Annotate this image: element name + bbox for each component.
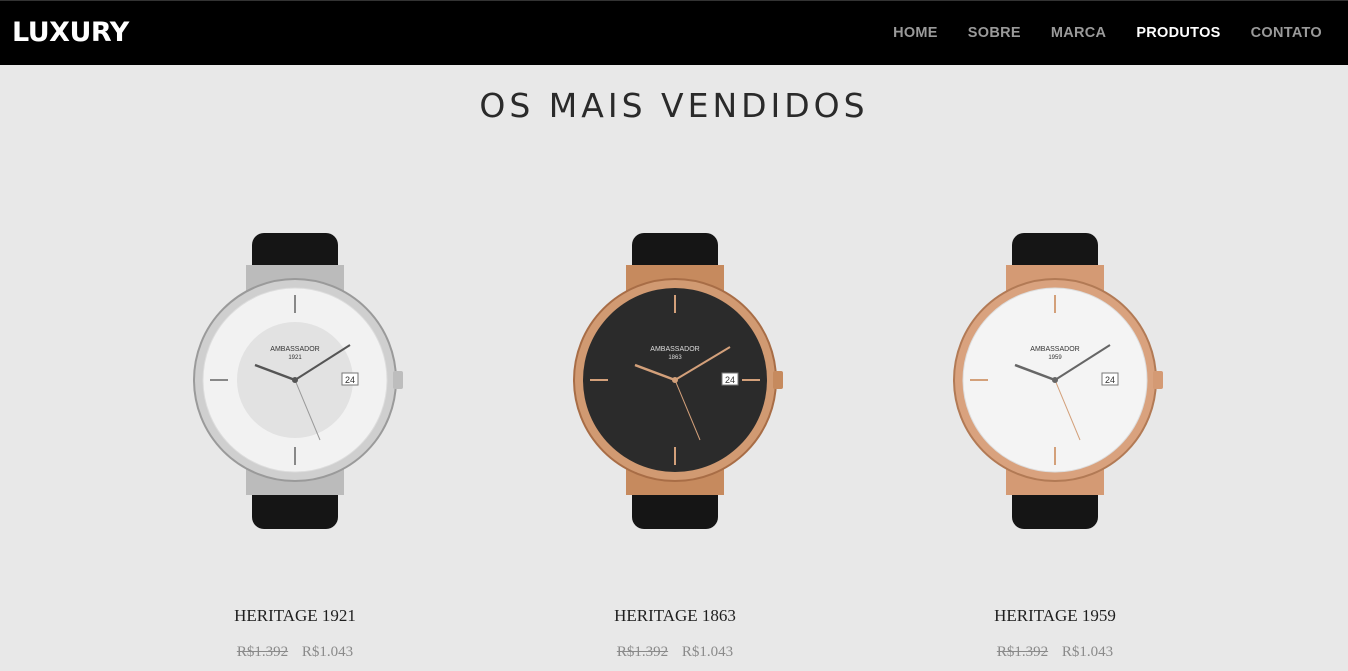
product-name[interactable]: HERITAGE 1959 — [905, 606, 1205, 626]
section-title: OS MAIS VENDIDOS — [479, 86, 869, 125]
old-price: R$1.392 — [616, 644, 669, 660]
dial-year: 1959 — [1048, 355, 1062, 361]
nav-marca[interactable]: MARCA — [1051, 25, 1106, 41]
product-name[interactable]: HERITAGE 1921 — [145, 606, 445, 626]
old-price: R$1.392 — [236, 644, 289, 660]
watch-image[interactable]: 24 AMBASSADOR 1863 — [560, 225, 790, 535]
product-name[interactable]: HERITAGE 1863 — [525, 606, 825, 626]
watch-image[interactable]: 24 AMBASSADOR 1959 — [940, 225, 1170, 535]
date-window: 24 — [345, 375, 355, 385]
date-window: 24 — [725, 375, 735, 385]
brand-logo[interactable]: LUXURY — [12, 17, 129, 48]
current-price: R$1.043 — [301, 644, 354, 660]
watch-image[interactable]: 24 AMBASSADOR 1921 — [180, 225, 410, 535]
dial-brand: AMBASSADOR — [270, 346, 319, 353]
current-price: R$1.043 — [681, 644, 734, 660]
product-prices: R$1.392 R$1.043 — [525, 644, 825, 661]
current-price: R$1.043 — [1061, 644, 1114, 660]
product-card[interactable]: 24 AMBASSADOR 1921 HERITAGE 1921 R$1.392… — [145, 225, 445, 660]
product-card[interactable]: 24 AMBASSADOR 1863 HERITAGE 1863 R$1.392… — [525, 225, 825, 660]
dial-year: 1863 — [668, 355, 682, 361]
nav-contato[interactable]: CONTATO — [1251, 25, 1322, 41]
product-prices: R$1.392 R$1.043 — [145, 644, 445, 661]
date-window: 24 — [1105, 375, 1115, 385]
nav-produtos[interactable]: PRODUTOS — [1136, 25, 1220, 41]
nav-sobre[interactable]: SOBRE — [968, 25, 1021, 41]
main-nav: HOME SOBRE MARCA PRODUTOS CONTATO — [863, 25, 1322, 41]
nav-home[interactable]: HOME — [893, 25, 938, 41]
product-card[interactable]: 24 AMBASSADOR 1959 HERITAGE 1959 R$1.392… — [905, 225, 1205, 660]
dial-year: 1921 — [288, 355, 302, 361]
top-navbar: LUXURY HOME SOBRE MARCA PRODUTOS CONTATO — [0, 0, 1348, 65]
old-price: R$1.392 — [996, 644, 1049, 660]
dial-brand: AMBASSADOR — [1030, 346, 1079, 353]
dial-brand: AMBASSADOR — [650, 346, 699, 353]
product-prices: R$1.392 R$1.043 — [905, 644, 1205, 661]
